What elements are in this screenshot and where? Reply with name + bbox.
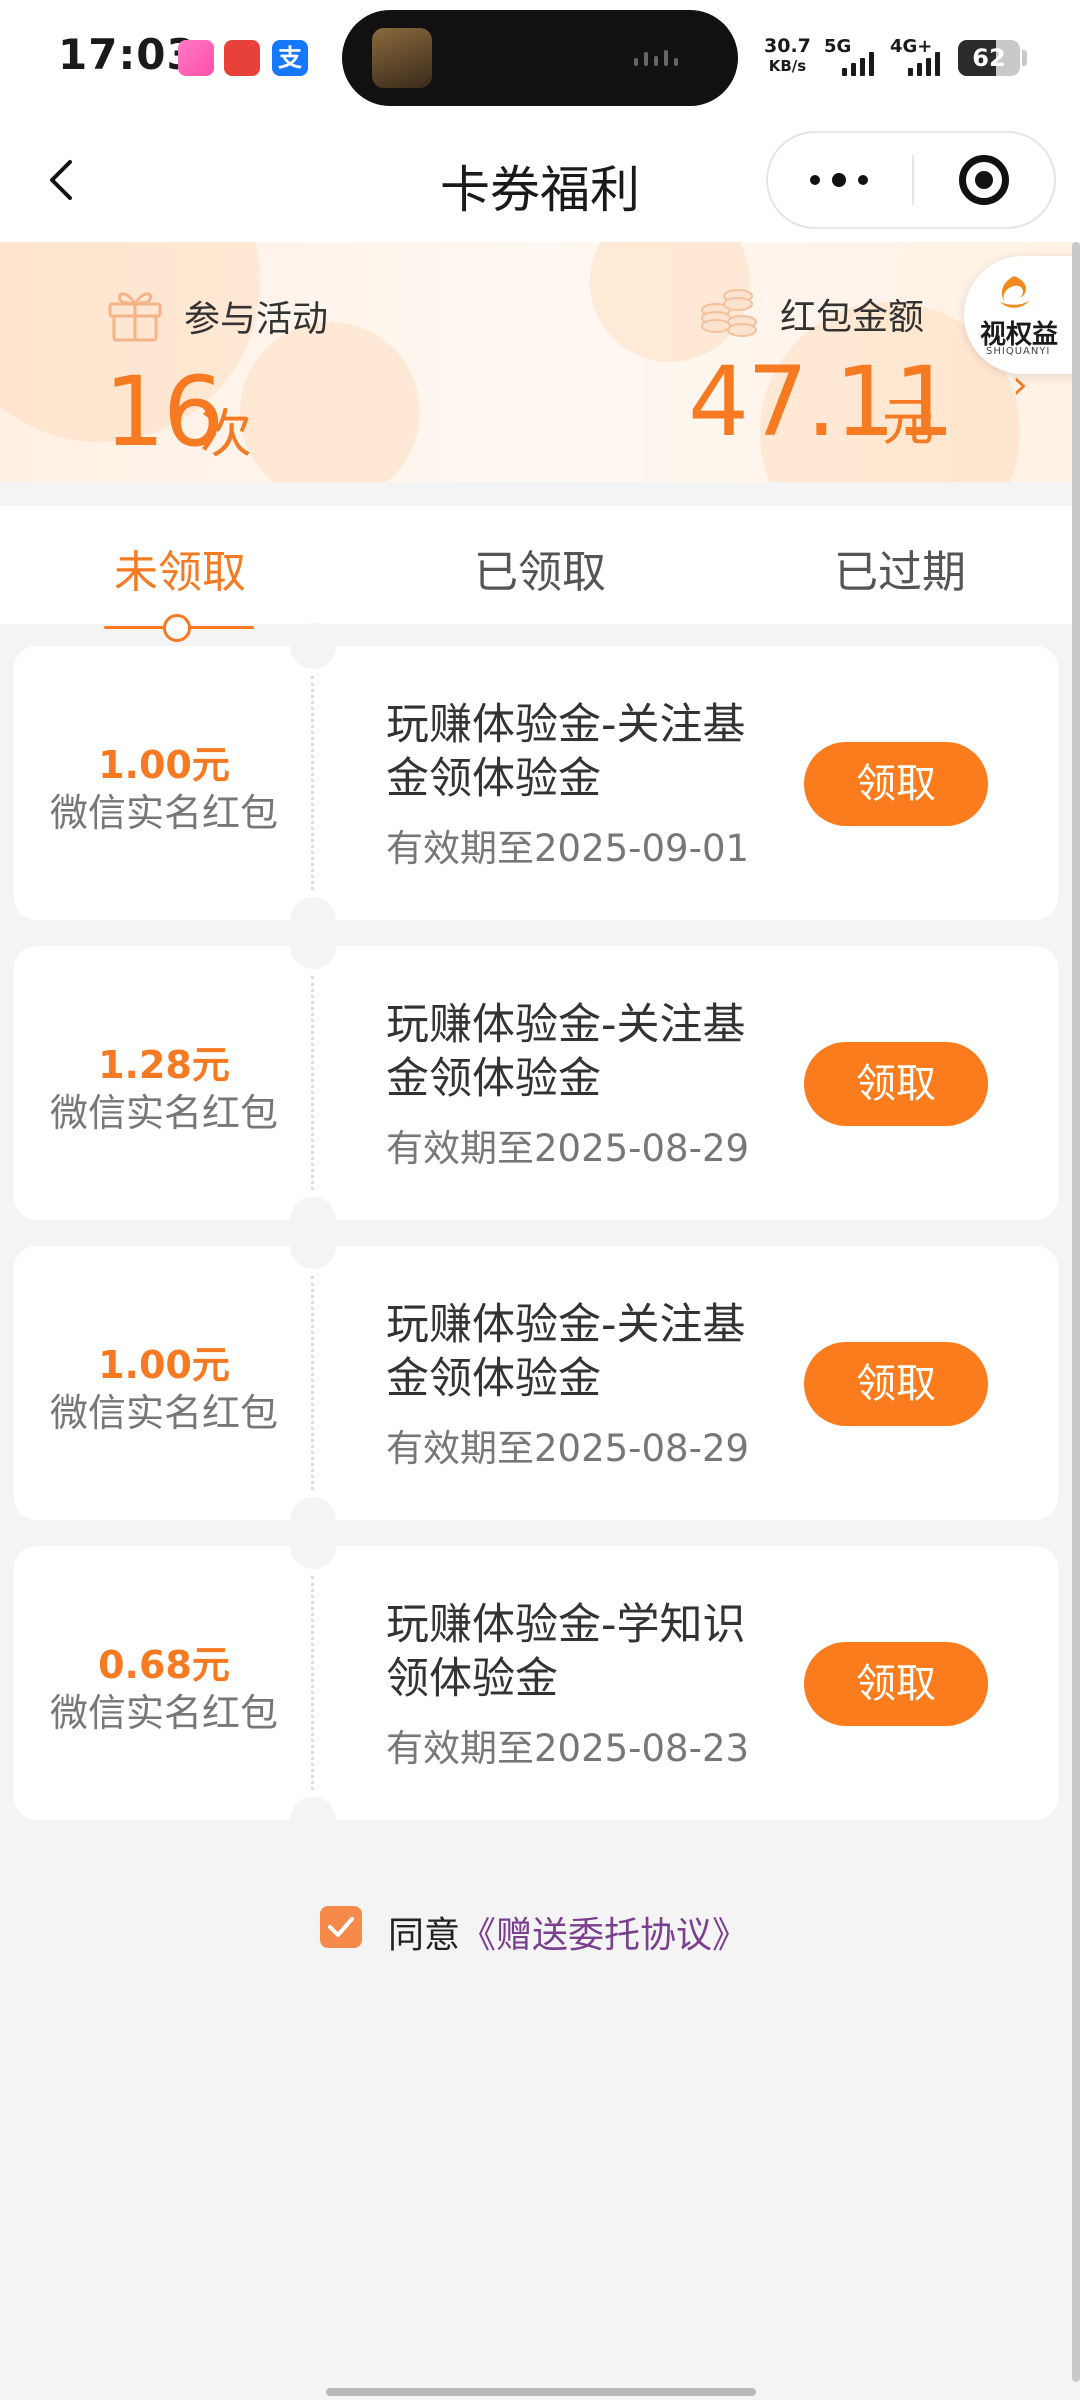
tab-expired[interactable]: 已过期 [720,536,1080,600]
participation-unit: 次 [200,405,253,465]
more-dot [858,175,868,185]
close-miniprogram-button[interactable] [914,133,1054,227]
tab-indicator-dot [163,614,191,642]
app-root: 17:03 支 30.7 KB/s 5G 4G+ 62 卡券福利 参与活动 16… [0,0,1080,2400]
coupon-card: 1.00元 微信实名红包 玩赚体验金-关注基金领体验金 有效期至2025-08-… [14,1223,1058,1543]
coupon-kind: 微信实名红包 [49,1091,278,1135]
coupon-amount: 1.00元 [98,743,230,787]
redpacket-unit: 元 [882,393,935,453]
coupon-expiry: 有效期至2025-09-01 [386,827,750,870]
coupon-notch [290,1223,336,1269]
coupon-notch [290,623,336,669]
claim-button[interactable]: 领取 [804,1642,988,1726]
agreement-prefix: 同意 [388,1915,461,1956]
more-dot [832,173,846,187]
stats-banner: 参与活动 16 次 红包金额 47.11 元 [0,242,1080,482]
net-speed-value: 30.7 [764,35,811,57]
more-dot [810,175,820,185]
camera-app-icon [178,40,214,76]
check-icon [328,1917,354,1937]
signal-icon-1 [836,50,880,76]
coupon-kind: 微信实名红包 [49,1391,278,1435]
coupon-title: 玩赚体验金-关注基金领体验金 [386,1000,746,1104]
claim-button[interactable]: 领取 [804,1042,988,1126]
battery-cap [1022,50,1027,66]
flame-logo-icon [1000,276,1030,308]
coupon-card: 1.28元 微信实名红包 玩赚体验金-关注基金领体验金 有效期至2025-08-… [14,923,1058,1243]
status-bar: 17:03 支 30.7 KB/s 5G 4G+ 62 [0,0,1080,118]
media-thumbnail-icon [372,28,432,88]
battery-icon: 62 [958,40,1020,76]
coupon-kind: 微信实名红包 [49,791,278,835]
target-icon-dot [975,171,993,189]
scrollbar[interactable] [1072,242,1080,2382]
participation-label: 参与活动 [184,299,329,340]
coupon-kind: 微信实名红包 [49,1691,278,1735]
redpacket-label: 红包金额 [780,297,925,338]
coupon-title: 玩赚体验金-关注基金领体验金 [386,700,746,804]
agreement-checkbox[interactable] [320,1906,362,1948]
red-app-icon [224,40,260,76]
status-time: 17:03 [58,30,197,79]
audio-wave-icon [634,50,690,66]
agreement-link[interactable]: 《赠送委托协议》 [460,1906,748,1958]
coupon-card: 0.68元 微信实名红包 玩赚体验金-学知识领体验金 有效期至2025-08-2… [14,1523,1058,1843]
dynamic-island[interactable] [342,10,738,106]
more-button[interactable] [768,133,910,227]
coupon-amount: 1.28元 [98,1043,230,1087]
coupon-title: 玩赚体验金-关注基金领体验金 [386,1300,746,1404]
net-speed: 30.7 KB/s [764,36,811,76]
coupon-card: 1.00元 微信实名红包 玩赚体验金-关注基金领体验金 有效期至2025-09-… [14,623,1058,943]
alipay-icon: 支 [272,40,308,76]
gift-icon [108,292,162,342]
coupon-expiry: 有效期至2025-08-29 [386,1127,750,1170]
nav-bar: 卡券福利 [0,118,1080,242]
coupon-notch [290,1797,336,1843]
coupon-notch [290,923,336,969]
shiquanyi-badge[interactable]: 视权益 SHIQUANYI [964,256,1080,374]
tab-indicator [104,614,254,648]
tab-unclaimed[interactable]: 未领取 [0,536,360,600]
coupon-expiry: 有效期至2025-08-29 [386,1427,750,1470]
net-speed-unit: KB/s [768,57,807,75]
badge-subtitle: SHIQUANYI [986,346,1051,357]
claim-button[interactable]: 领取 [804,742,988,826]
home-indicator[interactable] [326,2388,756,2396]
coupon-amount: 0.68元 [98,1643,230,1687]
coupon-title: 玩赚体验金-学知识领体验金 [386,1600,746,1704]
coupon-expiry: 有效期至2025-08-23 [386,1727,750,1770]
decor-bubble [240,322,420,482]
coupon-amount: 1.00元 [98,1343,230,1387]
claim-button[interactable]: 领取 [804,1342,988,1426]
miniprogram-capsule [766,131,1056,229]
coupon-tabs: 未领取 已领取 已过期 [0,506,1072,624]
coins-icon [701,289,757,337]
battery-level: 62 [972,44,1006,72]
tab-claimed[interactable]: 已领取 [360,536,720,600]
signal-icon-2 [904,50,948,76]
coupon-notch [290,1523,336,1569]
